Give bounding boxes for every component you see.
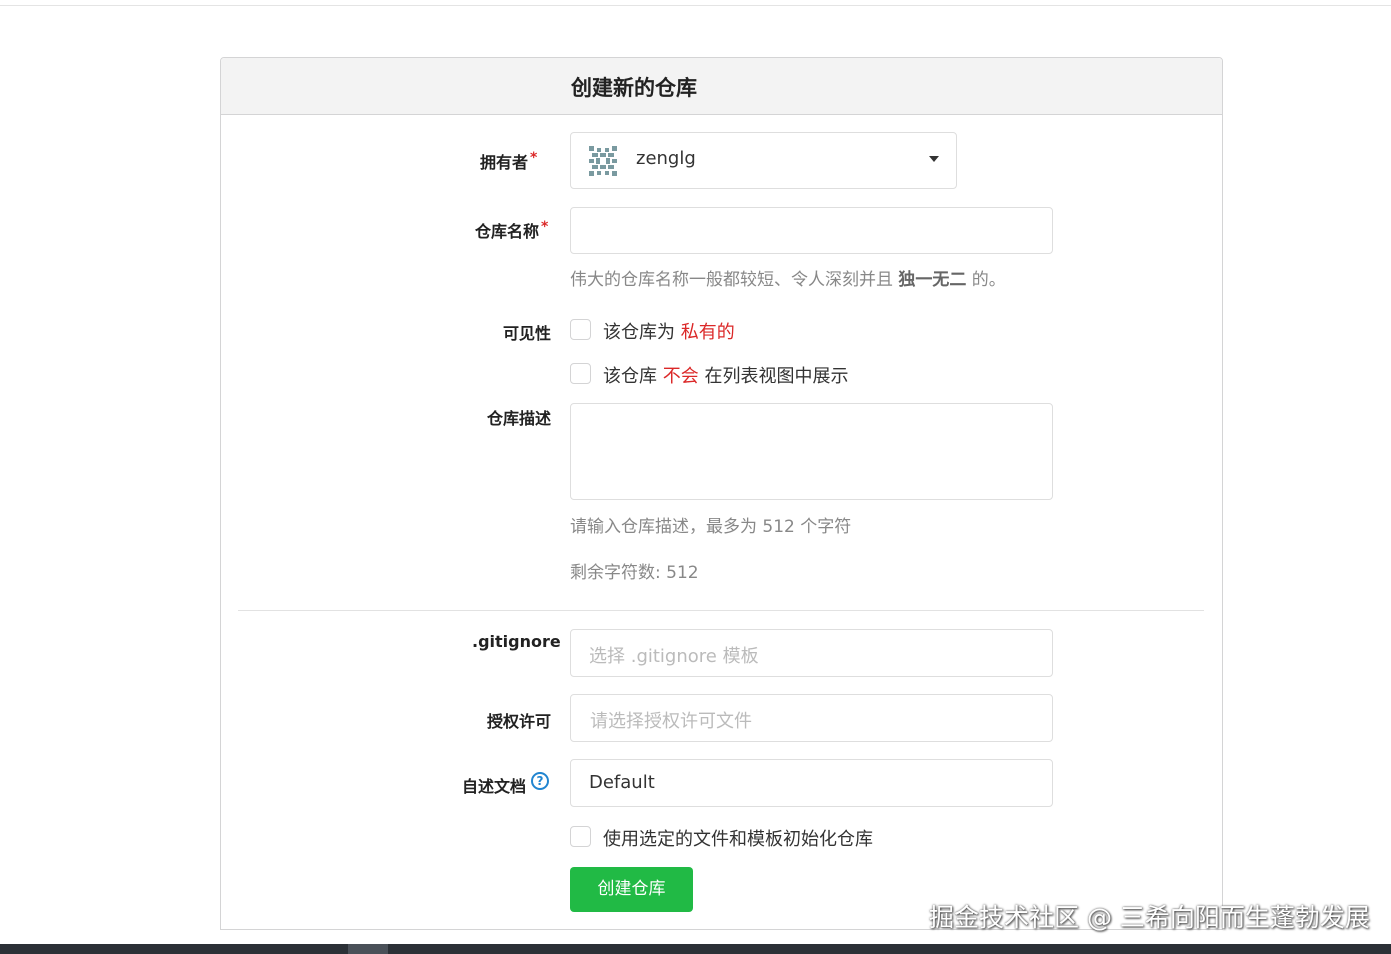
required-mark: * [541,219,549,235]
watermark: 掘金技术社区 @ 三希向阳而生蓬勃发展 [929,903,1370,932]
repo-name-label: 仓库名称 * [475,219,549,241]
template-checkbox-label: 该仓库 不会 在列表视图中展示 [603,366,849,387]
owner-dropdown[interactable]: zenglg [570,132,957,189]
gitignore-label: .gitignore [472,632,561,651]
caret-down-icon [929,156,939,162]
readme-label: 自述文档 [462,777,527,796]
repo-name-help: 伟大的仓库名称一般都较短、令人深刻并且 独一无二 的。 [570,270,1006,290]
panel-header: 创建新的仓库 [221,58,1222,115]
repo-name-input[interactable] [570,207,1053,254]
auto-init-checkbox[interactable] [570,826,591,847]
description-textarea[interactable] [570,403,1053,500]
license-label: 授权许可 [487,712,552,731]
identicon-avatar-icon [589,146,617,176]
description-help: 请输入仓库描述，最多为 512 个字符 [570,517,852,537]
license-placeholder: 请选择授权许可文件 [590,711,752,732]
taskbar-item[interactable] [348,944,388,954]
license-select[interactable]: 请选择授权许可文件 [570,694,1053,742]
description-label: 仓库描述 [487,409,552,428]
private-checkbox-label: 该仓库为 私有的 [603,322,735,343]
description-remaining: 剩余字符数: 512 [570,563,699,583]
template-checkbox[interactable] [570,363,591,384]
page-title: 创建新的仓库 [571,76,697,100]
required-mark: * [530,150,538,166]
readme-select[interactable]: Default [570,759,1053,807]
section-divider [238,610,1204,611]
top-divider [0,5,1391,6]
auto-init-label: 使用选定的文件和模板初始化仓库 [603,829,873,850]
visibility-label: 可见性 [503,324,552,343]
owner-label: 拥有者 * [480,150,538,172]
gitignore-placeholder: 选择 .gitignore 模板 [589,646,759,667]
taskbar [0,944,1391,954]
question-circle-icon[interactable]: ? [531,772,549,790]
owner-name: zenglg [636,148,696,169]
readme-value: Default [589,772,655,793]
gitignore-select[interactable]: 选择 .gitignore 模板 [570,629,1053,677]
create-repo-button[interactable]: 创建仓库 [570,867,693,912]
private-checkbox[interactable] [570,319,591,340]
